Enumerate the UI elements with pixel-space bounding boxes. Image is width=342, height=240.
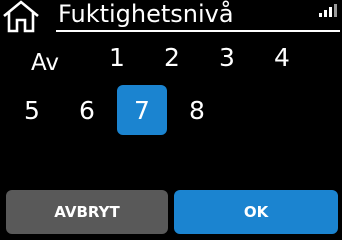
option-off[interactable]: Av <box>20 38 70 88</box>
option-3[interactable]: 3 <box>202 32 252 82</box>
option-6[interactable]: 6 <box>62 85 112 135</box>
option-7-selected[interactable]: 7 <box>117 85 167 135</box>
option-4[interactable]: 4 <box>257 32 307 82</box>
option-1[interactable]: 1 <box>92 32 142 82</box>
option-2[interactable]: 2 <box>147 32 197 82</box>
cancel-button[interactable]: AVBRYT <box>6 190 168 234</box>
option-8[interactable]: 8 <box>172 85 222 135</box>
option-5[interactable]: 5 <box>7 85 57 135</box>
ok-button[interactable]: OK <box>174 190 338 234</box>
humidity-level-options: Av 1 2 3 4 5 6 7 8 <box>0 0 342 140</box>
